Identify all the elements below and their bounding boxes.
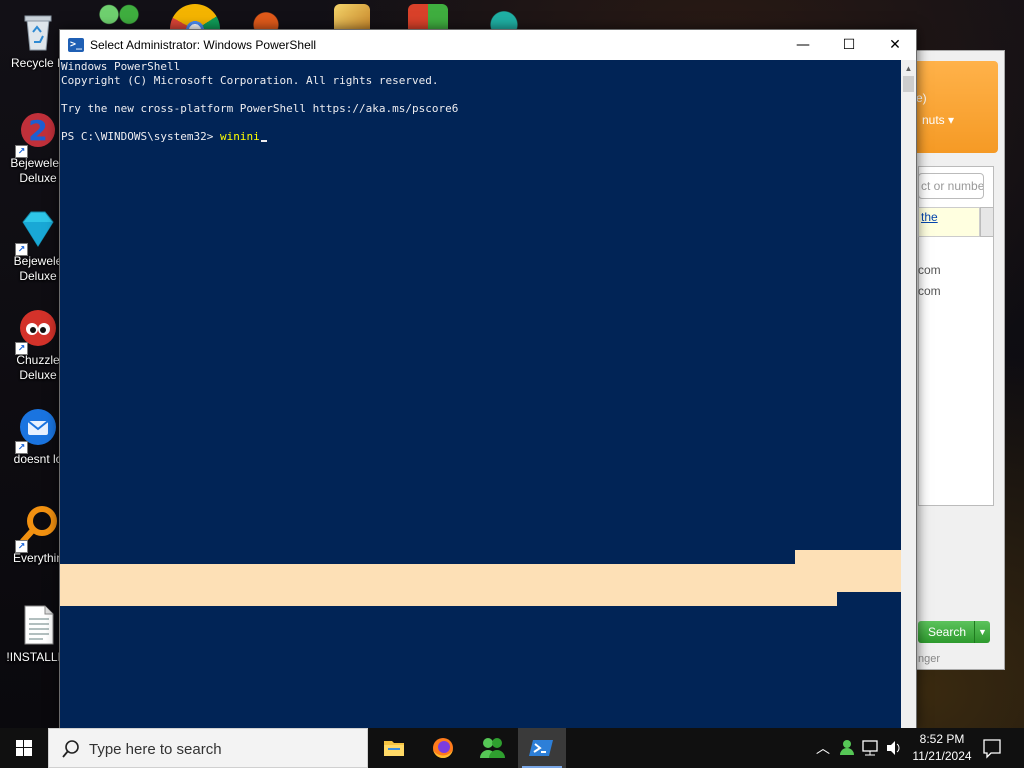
chevron-down-icon[interactable]: ▼ (974, 621, 990, 643)
app-icon-yellow[interactable] (334, 4, 370, 30)
powershell-window[interactable]: >_ Select Administrator: Windows PowerSh… (59, 29, 917, 728)
background-app-header: e) nuts ▾ (906, 61, 998, 153)
firefox-icon (433, 738, 453, 758)
people-tray-icon[interactable] (836, 728, 858, 768)
shortcut-arrow-icon: ↗ (15, 145, 28, 158)
selection-highlight (60, 592, 837, 606)
user-icon (840, 740, 854, 755)
background-app-list-item: com (918, 284, 941, 298)
file-explorer-icon (384, 741, 404, 756)
diamond-icon: ↗ (15, 208, 59, 256)
console-line: Copyright (C) Microsoft Corporation. All… (61, 74, 439, 87)
bejeweled2-icon: 2 ↗ (15, 110, 59, 158)
taskbar-firefox[interactable] (419, 728, 467, 768)
volume-icon[interactable] (884, 728, 904, 768)
thunderbird-icon: ↗ (15, 406, 59, 454)
background-app-list-item: com (918, 263, 941, 277)
desktop: Recycle B 2 ↗ Bejeweled Deluxe ↗ Bejewel… (0, 0, 1024, 728)
command-input[interactable]: winini (220, 130, 260, 143)
close-button[interactable]: ✕ (872, 30, 918, 60)
app-icon-red-green[interactable] (408, 4, 448, 30)
recycle-bin-icon (17, 10, 59, 52)
shortcut-arrow-icon: ↗ (15, 243, 28, 256)
text-cursor (260, 140, 267, 142)
console-scrollbar[interactable]: ▲ (901, 60, 916, 728)
minimize-button[interactable]: — (780, 30, 826, 60)
app-icon-orange[interactable] (248, 4, 284, 30)
search-icon (62, 740, 79, 758)
selection-highlight (60, 564, 901, 592)
background-app-dropdown[interactable]: nuts ▾ (922, 113, 954, 127)
app-icon-character[interactable] (486, 4, 522, 30)
people-icon (480, 738, 505, 758)
chrome-icon[interactable] (170, 4, 220, 30)
powershell-icon: >_ (68, 38, 84, 52)
background-app-footer: nger (918, 653, 941, 665)
shortcut-arrow-icon: ↗ (15, 540, 28, 553)
window-title: Select Administrator: Windows PowerShell (90, 38, 317, 52)
background-app-scrollbar[interactable] (980, 207, 994, 237)
taskbar-people[interactable] (468, 728, 516, 768)
scrollbar-thumb[interactable] (903, 76, 914, 92)
clock-date: 11/21/2024 (912, 749, 972, 763)
powershell-icon (529, 740, 553, 756)
console-area[interactable]: Windows PowerShell Copyright (C) Microso… (60, 60, 901, 728)
taskbar: Type here to search ︿ 8:52 PM 11/21/2024 (0, 728, 1024, 768)
background-app-search-input[interactable]: ct or numbe (918, 173, 984, 199)
taskbar-search-box[interactable]: Type here to search (48, 728, 368, 768)
background-app-search-button[interactable]: Search ▼ (918, 621, 990, 643)
scroll-up-icon[interactable]: ▲ (901, 62, 916, 76)
prompt-text: PS C:\WINDOWS\system32> (61, 130, 220, 143)
text-document-icon (17, 604, 59, 646)
maximize-button[interactable]: ☐ (826, 30, 872, 60)
people-icon[interactable] (94, 4, 144, 30)
shortcut-arrow-icon: ↗ (15, 342, 28, 355)
everything-search-icon: ↗ (15, 505, 59, 553)
system-clock[interactable]: 8:52 PM 11/21/2024 (904, 731, 980, 765)
network-glyph-icon (862, 740, 878, 756)
taskbar-file-explorer[interactable] (370, 728, 418, 768)
search-placeholder: Type here to search (89, 741, 222, 758)
notification-icon (983, 739, 1001, 759)
svg-text:2: 2 (28, 114, 47, 147)
powershell-title-bar[interactable]: >_ Select Administrator: Windows PowerSh… (60, 30, 916, 60)
console-prompt-line[interactable]: PS C:\WINDOWS\system32> winini (61, 130, 901, 144)
show-hidden-icons-button[interactable]: ︿ (812, 728, 834, 768)
background-app-dropdown[interactable]: e) (916, 91, 927, 105)
windows-logo-icon (16, 740, 32, 756)
shortcut-arrow-icon: ↗ (15, 441, 28, 454)
clock-time: 8:52 PM (919, 732, 965, 746)
console-line: Try the new cross-platform PowerShell ht… (61, 102, 459, 115)
taskbar-powershell[interactable] (518, 728, 566, 768)
chuzzle-icon: ↗ (15, 307, 59, 355)
start-button[interactable] (0, 728, 48, 768)
background-app-window[interactable]: e) nuts ▾ ct or numbe the com com Search… (905, 50, 1005, 670)
selection-highlight (795, 550, 901, 564)
notifications-button[interactable] (978, 728, 1006, 768)
speaker-icon (887, 741, 900, 755)
network-icon[interactable] (860, 728, 882, 768)
console-line: Windows PowerShell (61, 60, 181, 73)
background-app-tip-link[interactable]: the (918, 207, 980, 237)
